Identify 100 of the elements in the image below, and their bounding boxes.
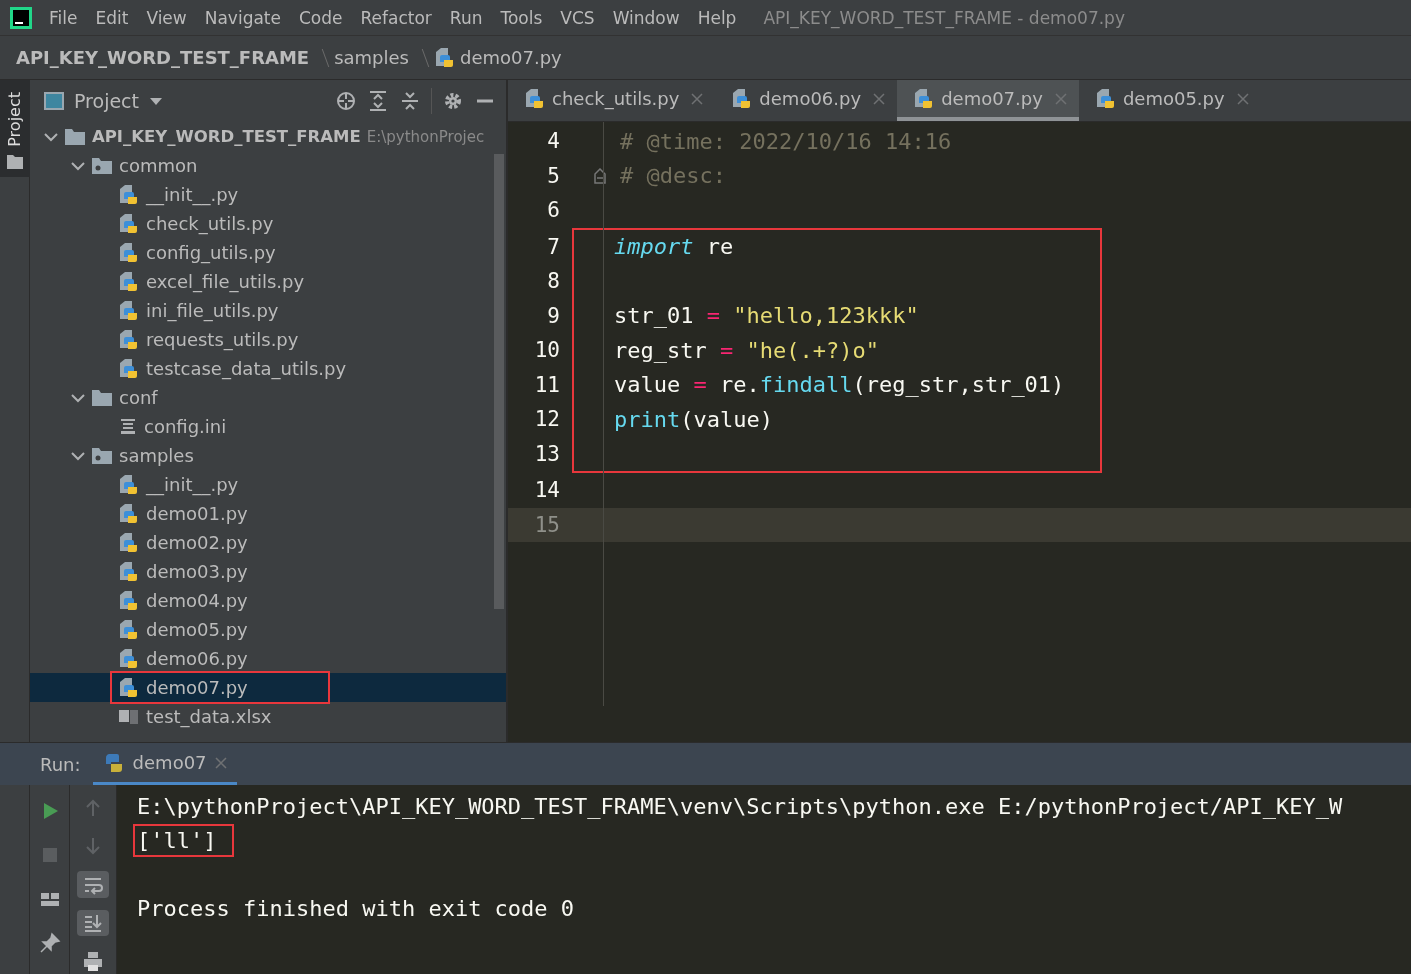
tree-item-label[interactable]: config.ini [144,416,227,437]
soft-wrap-button[interactable] [77,871,109,898]
tree-item-label[interactable]: __init__.py [146,184,239,205]
selected-tree-row[interactable]: demo07.py [30,673,506,702]
package-folder-icon [91,156,113,175]
fold-marker-icon[interactable] [594,167,606,184]
code-line: import re [614,234,734,260]
highlighted-output: ['ll'] [133,823,235,857]
line-number: 15 [533,512,560,537]
locate-icon[interactable] [335,90,357,112]
tree-item-label[interactable]: ini_file_utils.py [146,300,279,321]
python-file-icon [118,676,140,699]
python-file-icon [118,473,140,496]
python-file-icon [118,618,140,641]
code-line: print(value) [614,406,773,432]
python-file-icon [434,46,456,69]
python-file-icon [118,212,140,235]
tree-item-label[interactable]: demo03.py [146,561,248,582]
tree-item-label[interactable]: config_utils.py [146,242,276,263]
line-number: 11 [533,372,560,397]
menu-item[interactable]: Run [440,7,492,28]
editor-tab[interactable]: demo07.py [897,80,1079,121]
menu-item[interactable]: View [137,7,196,28]
tree-item-label[interactable]: samples [119,445,194,466]
app-logo-icon [10,6,32,29]
project-tool-tab[interactable]: Project [0,80,30,177]
line-number: 7 [546,234,560,259]
scrollbar[interactable] [494,154,504,609]
editor-tab[interactable]: demo06.py [715,80,898,121]
settings-icon[interactable] [442,90,464,112]
line-number: 8 [546,269,560,294]
tree-item-label[interactable]: demo02.py [146,532,248,553]
line-number: 14 [533,478,560,503]
exit-status: Process finished with exit code 0 [137,895,575,921]
tree-item-label[interactable]: API_KEY_WORD_TEST_FRAME [92,127,361,146]
code-line: reg_str = "he(.+?)o" [614,337,879,363]
python-file-icon [118,270,140,293]
line-number: 12 [533,407,560,432]
python-file-icon [118,357,140,380]
breadcrumb-item[interactable]: samples [334,47,409,68]
tree-item-label[interactable]: common [119,155,198,176]
tree-item-label[interactable]: demo07.py [146,677,248,698]
editor-tab[interactable]: demo05.py [1078,80,1261,121]
menu-item[interactable]: File [40,7,87,28]
line-number: 10 [533,338,560,363]
scroll-to-end-button[interactable] [77,909,109,936]
menu-item[interactable]: Refactor [351,7,441,28]
python-file-icon [118,560,140,583]
menu-item[interactable]: VCS [551,7,604,28]
line-number: 5 [546,163,560,188]
line-number: 6 [546,198,560,223]
tree-item-label[interactable]: __init__.py [146,474,239,495]
code-line: value = re.findall(reg_str,str_01) [614,372,1065,398]
code-line: # @time: 2022/10/16 14:16 [620,128,952,154]
menu-item[interactable]: Edit [86,7,138,28]
collapse-all-icon[interactable] [399,90,421,112]
line-number: 4 [546,129,560,154]
python-file-icon [118,531,140,554]
python-file-icon [118,241,140,264]
project-path: E:\pythonProjec [366,127,485,146]
run-command: E:\pythonProject\API_KEY_WORD_TEST_FRAME\venv\Scripts\python.exe E:/pythonProject/API_KEY_W [137,793,1343,819]
tree-item-label[interactable]: demo04.py [146,590,248,611]
tree-item-label[interactable]: excel_file_utils.py [146,271,305,292]
menu-item[interactable]: Window [603,7,689,28]
menu-item[interactable]: Code [290,7,352,28]
tree-item-label[interactable]: demo01.py [146,503,248,524]
python-file-icon [118,299,140,322]
menu-item[interactable]: Tools [491,7,552,28]
line-number: 13 [533,441,560,466]
tree-item-label[interactable]: conf [119,387,158,408]
folder-icon [64,127,86,146]
tree-item-label[interactable]: check_utils.py [146,213,274,234]
package-folder-icon [91,446,113,465]
expand-all-icon[interactable] [367,90,389,112]
window-title: API_KEY_WORD_TEST_FRAME - demo07.py [763,7,1125,28]
collapse-chevron-icon[interactable] [71,450,85,461]
menu-item[interactable]: Help [688,7,746,28]
dropdown-caret-icon[interactable] [149,96,163,106]
breadcrumb-item[interactable]: demo07.py [434,46,562,69]
tree-item-label[interactable]: testcase_data_utils.py [146,358,347,379]
collapse-chevron-icon[interactable] [71,160,85,171]
printer-icon [82,949,104,972]
code-line: # @desc: [620,163,726,189]
tree-item-label[interactable]: test_data.xlsx [146,706,272,727]
code-line: str_01 = "hello,123kkk" [614,303,919,329]
python-file-icon [118,502,140,525]
line-number: 9 [546,303,560,328]
editor-tab[interactable]: check_utils.py [508,80,716,121]
folder-icon [6,154,23,169]
run-label: Run: [40,752,81,777]
tree-item-label[interactable]: demo06.py [146,648,248,669]
folder-icon [91,388,113,407]
collapse-chevron-icon[interactable] [44,131,58,142]
menu-item[interactable]: Navigate [195,7,290,28]
panel-title[interactable]: Project [74,90,139,112]
breadcrumb-item[interactable]: API_KEY_WORD_TEST_FRAME [16,47,310,68]
collapse-chevron-icon[interactable] [71,392,85,403]
python-file-icon [118,589,140,612]
tree-item-label[interactable]: requests_utils.py [146,329,299,350]
tree-item-label[interactable]: demo05.py [146,619,248,640]
